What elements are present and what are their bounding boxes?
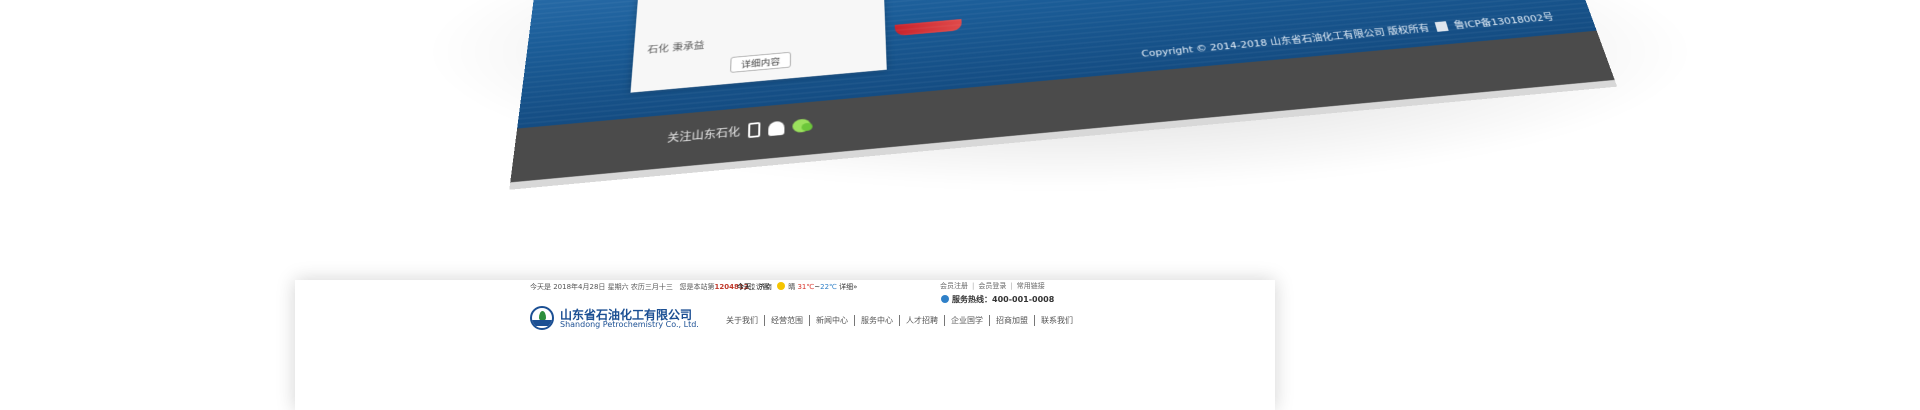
mobile-icon[interactable] [748, 122, 760, 138]
main-nav: 关于我们 经营范围 新闻中心 服务中心 人才招聘 企业国学 招商加盟 联系我们 [720, 315, 1079, 326]
icp-text[interactable]: 鲁ICP备13018002号 [1453, 12, 1555, 31]
date-visitor-line: 今天是 2018年4月28日 星期六 农历三月十三 您是本站第1204812位访… [530, 282, 770, 292]
icp-icon [1435, 21, 1449, 32]
company-logo-icon[interactable] [530, 306, 554, 330]
weather-low: 22℃ [820, 283, 837, 291]
nav-culture[interactable]: 企业国学 [944, 315, 989, 326]
android-icon[interactable] [768, 120, 784, 135]
follow-label: 关注山东石化 [667, 124, 741, 146]
nav-contact[interactable]: 联系我们 [1034, 315, 1079, 326]
weather-condition: 晴 [788, 283, 795, 291]
follow-row: 关注山东石化 [667, 117, 811, 145]
hotline: 服务热线：400-001-0008 [941, 294, 1054, 305]
wechat-icon[interactable] [792, 118, 810, 133]
site-header: 今天是 2018年4月28日 星期六 农历三月十三 您是本站第1204812位访… [295, 280, 1275, 410]
weather-detail-link[interactable]: 详细» [839, 283, 857, 291]
weather-high: 31℃ [797, 283, 814, 291]
date-text: 今天是 2018年4月28日 星期六 农历三月十三 [530, 283, 673, 291]
nav-service[interactable]: 服务中心 [854, 315, 899, 326]
weather-city: 济南 [758, 283, 772, 291]
nav-business-scope[interactable]: 经营范围 [764, 315, 809, 326]
phone-icon [941, 295, 949, 303]
login-link[interactable]: 会员登录 [978, 282, 1006, 290]
boat-image [895, 19, 962, 36]
visitor-prefix: 您是本站第 [680, 283, 715, 291]
nav-about[interactable]: 关于我们 [720, 315, 764, 326]
nav-news[interactable]: 新闻中心 [809, 315, 854, 326]
top-links: 会员注册 | 会员登录 | 常用链接 [940, 281, 1045, 291]
weather-today-label: 今天： [737, 283, 758, 291]
weather-widget: 今天：济南 晴 31℃~22℃ 详细» [737, 282, 857, 292]
nav-careers[interactable]: 人才招聘 [899, 315, 944, 326]
register-link[interactable]: 会员注册 [940, 282, 968, 290]
common-links-link[interactable]: 常用链接 [1017, 282, 1045, 290]
nav-franchise[interactable]: 招商加盟 [989, 315, 1034, 326]
company-name-en: Shandong Petrochemistry Co., Ltd. [560, 320, 699, 329]
intro-card: 石化 秉承益 详细内容 [631, 0, 887, 93]
intro-card-text: 石化 秉承益 [647, 38, 705, 56]
sun-icon [777, 282, 785, 290]
detail-button[interactable]: 详细内容 [730, 52, 791, 73]
hotline-text: 服务热线：400-001-0008 [952, 295, 1054, 304]
